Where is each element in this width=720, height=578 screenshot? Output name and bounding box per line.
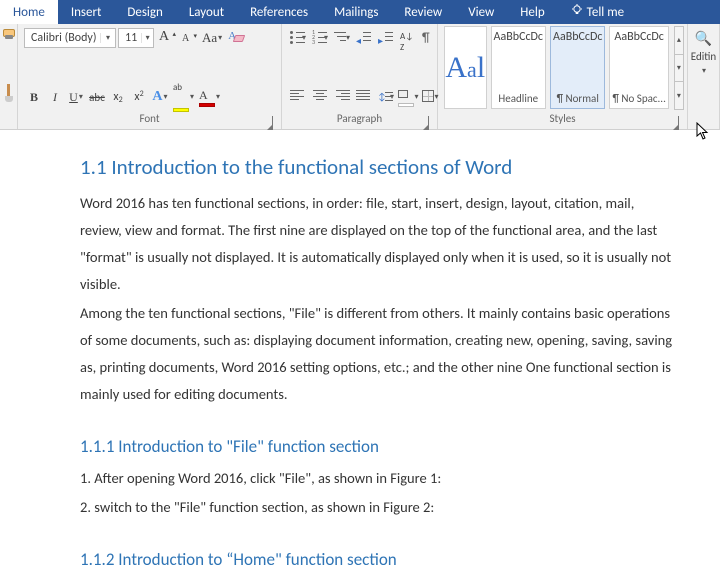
tab-review[interactable]: Review <box>391 0 455 24</box>
style-sample: AaBbCcDc <box>614 30 663 44</box>
font-size-combo[interactable]: 11 ▾ <box>118 28 154 48</box>
paragraph-group-label: Paragraph <box>282 111 437 129</box>
show-paragraph-marks-button[interactable]: ¶ <box>420 28 440 48</box>
group-styles: Aal AaBbCcDc Headline AaBbCcDc ¶ Normal … <box>438 24 688 129</box>
style-name: ¶ No Spac... <box>612 92 665 105</box>
chevron-down-icon: ▾ <box>100 33 114 43</box>
styles-preview-icon: Aal <box>444 26 487 109</box>
style-normal[interactable]: AaBbCcDc ¶ Normal <box>550 26 605 109</box>
tab-mailings[interactable]: Mailings <box>321 0 391 24</box>
style-name: Headline <box>494 92 543 105</box>
tab-layout[interactable]: Layout <box>176 0 237 24</box>
change-case-button[interactable]: Aa▾ <box>200 28 224 48</box>
font-name-value: Calibri (Body) <box>25 31 100 45</box>
style-sample: AaBbCcDc <box>494 30 543 44</box>
borders-button[interactable]: ▾ <box>420 87 440 107</box>
align-left-button[interactable] <box>288 87 308 107</box>
group-clipboard <box>0 24 18 129</box>
heading-1[interactable]: 1.1 Introduction to the functional secti… <box>80 154 676 180</box>
style-sample: AaBbCcDc <box>553 30 602 44</box>
tab-tellme[interactable]: Tell me <box>558 0 637 24</box>
find-icon[interactable]: 🔍 <box>695 30 712 47</box>
tab-help[interactable]: Help <box>507 0 557 24</box>
style-no-spacing[interactable]: AaBbCcDc ¶ No Spac... <box>609 26 668 109</box>
tab-home[interactable]: Home <box>0 0 58 24</box>
styles-group-label: Styles <box>438 111 687 129</box>
multilevel-list-button[interactable]: ▾ <box>332 28 352 48</box>
ribbon: Calibri (Body) ▾ 11 ▾ ▴ ▾ Aa▾ B I U▾ abc… <box>0 24 720 130</box>
heading-2[interactable]: 1.1.1 Introduction to "File" function se… <box>80 436 676 457</box>
format-painter-icon[interactable] <box>4 84 14 104</box>
grow-font-button[interactable]: ▴ <box>156 28 176 48</box>
styles-gallery-spinner[interactable]: ▴ ▾ ▾ <box>674 26 684 109</box>
tab-design[interactable]: Design <box>114 0 175 24</box>
group-paragraph: ▾ 1 2 3 ▾ ▾ ◂ <box>282 24 438 129</box>
styles-dialog-launcher[interactable] <box>672 115 684 127</box>
tab-view[interactable]: View <box>455 0 507 24</box>
superscript-button[interactable]: x <box>129 87 149 107</box>
editing-label: Editin <box>691 50 716 63</box>
numbering-button[interactable]: 1 2 3 ▾ <box>310 28 330 48</box>
font-size-value: 11 <box>119 31 141 45</box>
paste-icon[interactable] <box>2 29 16 53</box>
ribbon-tabs: Home Insert Design Layout References Mai… <box>0 0 720 24</box>
font-group-label: Font <box>18 111 281 129</box>
align-justify-button[interactable] <box>354 87 374 107</box>
styles-more-icon[interactable]: ▾ <box>674 81 684 110</box>
align-center-button[interactable] <box>310 87 330 107</box>
font-dialog-launcher[interactable] <box>266 115 278 127</box>
italic-button[interactable]: I <box>45 87 65 107</box>
text-effects-button[interactable]: A▾ <box>150 87 170 107</box>
shading-button[interactable]: ▾ <box>398 87 418 107</box>
tab-insert[interactable]: Insert <box>58 0 115 24</box>
chevron-down-icon: ▾ <box>702 66 706 76</box>
paragraph-dialog-launcher[interactable] <box>422 115 434 127</box>
bold-button[interactable]: B <box>24 87 44 107</box>
heading-2[interactable]: 1.1.2 Introduction to “Home" function se… <box>80 549 676 570</box>
chevron-down-icon[interactable]: ▾ <box>674 54 684 83</box>
clear-formatting-button[interactable] <box>226 28 248 48</box>
font-name-combo[interactable]: Calibri (Body) ▾ <box>24 28 116 48</box>
subscript-button[interactable]: x <box>108 87 128 107</box>
underline-button[interactable]: U▾ <box>66 87 86 107</box>
paragraph-text[interactable]: 1. After opening Word 2016, click "File"… <box>80 465 676 492</box>
font-color-button[interactable]: A▾ <box>197 87 222 107</box>
tab-references[interactable]: References <box>237 0 321 24</box>
chevron-up-icon[interactable]: ▴ <box>674 26 684 55</box>
decrease-indent-button[interactable]: ◂ <box>354 28 374 48</box>
paragraph-text[interactable]: Among the ten functional sections, "File… <box>80 300 676 408</box>
style-name: ¶ Normal <box>553 92 602 105</box>
align-right-button[interactable] <box>332 87 352 107</box>
line-spacing-button[interactable]: ↕▾ <box>376 87 396 107</box>
sort-button[interactable]: A↓Z <box>398 28 418 48</box>
paragraph-text[interactable]: Word 2016 has ten functional sections, i… <box>80 190 676 298</box>
highlight-color-button[interactable]: ▾ <box>171 87 196 107</box>
paragraph-text[interactable]: 2. switch to the "File" function section… <box>80 494 676 521</box>
chevron-down-icon: ▾ <box>141 33 153 43</box>
strikethrough-button[interactable]: abc <box>87 87 107 107</box>
increase-indent-button[interactable]: ▸ <box>376 28 396 48</box>
group-editing: 🔍 Editin ▾ <box>688 24 720 129</box>
style-headline[interactable]: AaBbCcDc Headline <box>491 26 546 109</box>
document-body[interactable]: 1.1 Introduction to the functional secti… <box>0 130 720 578</box>
lightbulb-icon <box>571 4 583 20</box>
group-font: Calibri (Body) ▾ 11 ▾ ▴ ▾ Aa▾ B I U▾ abc… <box>18 24 282 129</box>
tab-tellme-label: Tell me <box>587 5 624 20</box>
shrink-font-button[interactable]: ▾ <box>178 28 198 48</box>
bullets-button[interactable]: ▾ <box>288 28 308 48</box>
